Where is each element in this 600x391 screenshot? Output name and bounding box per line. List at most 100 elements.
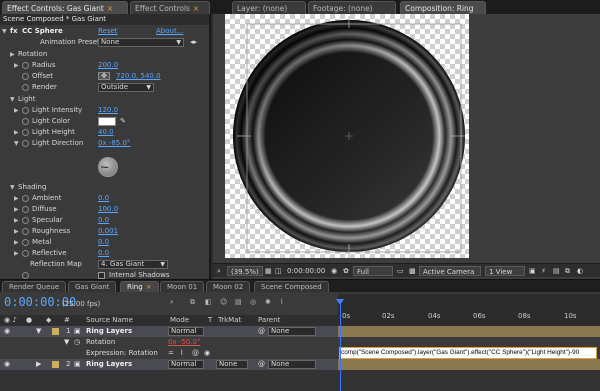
light-direction-dial[interactable] — [98, 157, 118, 177]
mode-header[interactable]: Mode — [170, 315, 189, 326]
twirl-open-icon[interactable]: ▼ — [10, 94, 15, 105]
shy-layers-icon[interactable]: ☺ — [220, 298, 227, 306]
flowchart-icon[interactable]: ⧉ — [565, 266, 570, 276]
twirl-closed-icon[interactable]: ▶ — [14, 237, 19, 248]
tab-moon-02[interactable]: Moon 02 — [206, 281, 251, 292]
tab-effect-controls[interactable]: Effect Controls × — [130, 1, 210, 14]
label-color-swatch[interactable] — [52, 328, 59, 335]
transparency-grid-icon[interactable]: ▩ — [409, 266, 416, 276]
light-intensity-value[interactable]: 120.0 — [98, 105, 118, 116]
label-color-swatch[interactable] — [52, 361, 59, 368]
mode-dropdown[interactable]: Normal — [168, 360, 204, 369]
ambient-value[interactable]: 0.0 — [98, 193, 109, 204]
eye-icon[interactable]: ◉ — [4, 359, 10, 370]
stopwatch-icon[interactable] — [22, 206, 29, 213]
timecode-display[interactable]: 0:00:00:00 — [287, 266, 325, 276]
camera-dropdown[interactable]: Active Camera — [419, 266, 481, 276]
parent-dropdown[interactable]: None — [268, 360, 316, 369]
stopwatch-icon[interactable]: ◷ — [74, 337, 80, 348]
search-icon[interactable]: ⌕ — [170, 298, 174, 307]
zoom-dropdown[interactable]: (39.5%) — [227, 266, 263, 276]
radius-value[interactable]: 200.0 — [98, 60, 118, 71]
expression-pickwhip-icon[interactable]: @ — [192, 348, 199, 359]
twirl-closed-icon[interactable]: ▶ — [14, 60, 19, 71]
grid-icon[interactable]: ▦ — [265, 266, 272, 276]
twirl-closed-icon[interactable]: ▶ — [14, 215, 19, 226]
stopwatch-icon[interactable] — [22, 272, 29, 279]
metal-value[interactable]: 0.0 — [98, 237, 109, 248]
graph-editor-icon[interactable]: ⌇ — [280, 298, 283, 306]
twirl-closed-icon[interactable]: ▶ — [14, 127, 19, 138]
twirl-open-icon[interactable]: ▼ — [36, 326, 41, 337]
fast-preview-icon[interactable]: ⚡ — [541, 266, 546, 276]
preset-nav-icon[interactable]: ◂▸ — [190, 37, 197, 48]
exposure-icon[interactable]: ◐ — [577, 266, 583, 276]
toggle-pixel-icon[interactable]: ▣ — [529, 266, 536, 276]
magnifier-icon[interactable]: ⌕ — [217, 266, 221, 276]
shading-group-row[interactable]: ▼ Shading — [0, 182, 209, 193]
specular-value[interactable]: 0.0 — [98, 215, 109, 226]
motion-blur-icon[interactable]: ◎ — [250, 298, 256, 306]
layer-name[interactable]: Ring Layers — [86, 326, 132, 337]
stopwatch-icon[interactable] — [22, 239, 29, 246]
stopwatch-icon[interactable] — [22, 250, 29, 257]
region-of-interest-icon[interactable]: ▭ — [397, 266, 404, 276]
tab-gas-giant[interactable]: Gas Giant — [68, 281, 117, 292]
eye-icon[interactable]: ◉ — [4, 326, 10, 337]
twirl-closed-icon[interactable]: ▶ — [10, 49, 15, 60]
twirl-closed-icon[interactable]: ▶ — [14, 248, 19, 259]
time-ruler[interactable]: 0s 02s 04s 06s 08s 10s — [338, 294, 600, 326]
twirl-open-icon[interactable]: ▼ — [14, 138, 19, 149]
expression-enable-icon[interactable]: = — [168, 348, 174, 359]
tab-render-queue[interactable]: Render Queue — [2, 281, 67, 292]
frame-blending-icon[interactable]: ▤ — [235, 298, 242, 306]
stopwatch-icon[interactable] — [22, 107, 29, 114]
about-link[interactable]: About... — [156, 26, 183, 37]
animation-presets-dropdown[interactable]: None ▼ — [98, 38, 184, 47]
tab-scene-composed[interactable]: Scene Composed — [254, 281, 329, 292]
layer-name[interactable]: Ring Layers — [86, 359, 132, 370]
composition-canvas[interactable] — [225, 14, 469, 258]
stopwatch-icon[interactable] — [22, 228, 29, 235]
camera-snapshot-icon[interactable]: ◉ — [331, 266, 337, 276]
roughness-value[interactable]: 0.001 — [98, 226, 118, 237]
layer-row-1[interactable]: ◉ ▼ 1 ▣ Ring Layers Normal @ None — [0, 326, 338, 337]
rotation-group-row[interactable]: ▶ Rotation — [0, 49, 209, 60]
tab-composition-ring[interactable]: Composition: Ring — [400, 1, 486, 14]
stopwatch-icon[interactable] — [22, 84, 29, 91]
parent-header[interactable]: Parent — [258, 315, 280, 326]
twirl-open-icon[interactable]: ▼ — [10, 182, 15, 193]
close-icon[interactable]: × — [107, 4, 113, 13]
light-height-value[interactable]: 40.0 — [98, 127, 114, 138]
timeline-icon[interactable]: ▤ — [553, 266, 560, 276]
diffuse-value[interactable]: 100.0 — [98, 204, 118, 215]
trkmat-header[interactable]: TrkMat — [218, 315, 241, 326]
view-layout-dropdown[interactable]: 1 View — [485, 266, 525, 276]
reset-link[interactable]: Reset — [98, 26, 118, 37]
render-dropdown[interactable]: Outside ▼ — [98, 83, 154, 92]
stopwatch-icon[interactable] — [22, 62, 29, 69]
fx-badge[interactable]: fx — [10, 26, 18, 37]
layer-row-2[interactable]: ◉ ▶ 2 ▣ Ring Layers Normal None @ None — [0, 359, 338, 370]
safe-area-icon[interactable]: ◫ — [275, 266, 282, 276]
twirl-closed-icon[interactable]: ▶ — [14, 105, 19, 116]
stopwatch-icon[interactable] — [22, 195, 29, 202]
parent-dropdown[interactable]: None — [268, 327, 316, 336]
twirl-open-icon[interactable]: ▼ — [64, 337, 69, 348]
tab-footage[interactable]: Footage: (none) — [308, 1, 396, 14]
stopwatch-icon[interactable] — [22, 118, 29, 125]
stopwatch-icon[interactable] — [22, 140, 29, 147]
twirl-closed-icon[interactable]: ▶ — [14, 204, 19, 215]
stopwatch-icon[interactable] — [22, 73, 29, 80]
expression-language-menu-icon[interactable]: ◉ — [204, 348, 210, 359]
brainstorm-icon[interactable]: ✺ — [265, 298, 271, 306]
twirl-closed-icon[interactable]: ▶ — [14, 226, 19, 237]
mode-dropdown[interactable]: Normal — [168, 327, 204, 336]
light-direction-value[interactable]: 0x -85.0° — [98, 138, 130, 149]
source-name-header[interactable]: Source Name — [86, 315, 133, 326]
light-group-row[interactable]: ▼ Light — [0, 94, 209, 105]
resolution-dropdown[interactable]: Full — [353, 266, 393, 276]
close-icon[interactable]: × — [146, 283, 152, 291]
pickwhip-icon[interactable]: @ — [258, 359, 265, 370]
draft-3d-icon[interactable]: ◧ — [205, 298, 212, 306]
